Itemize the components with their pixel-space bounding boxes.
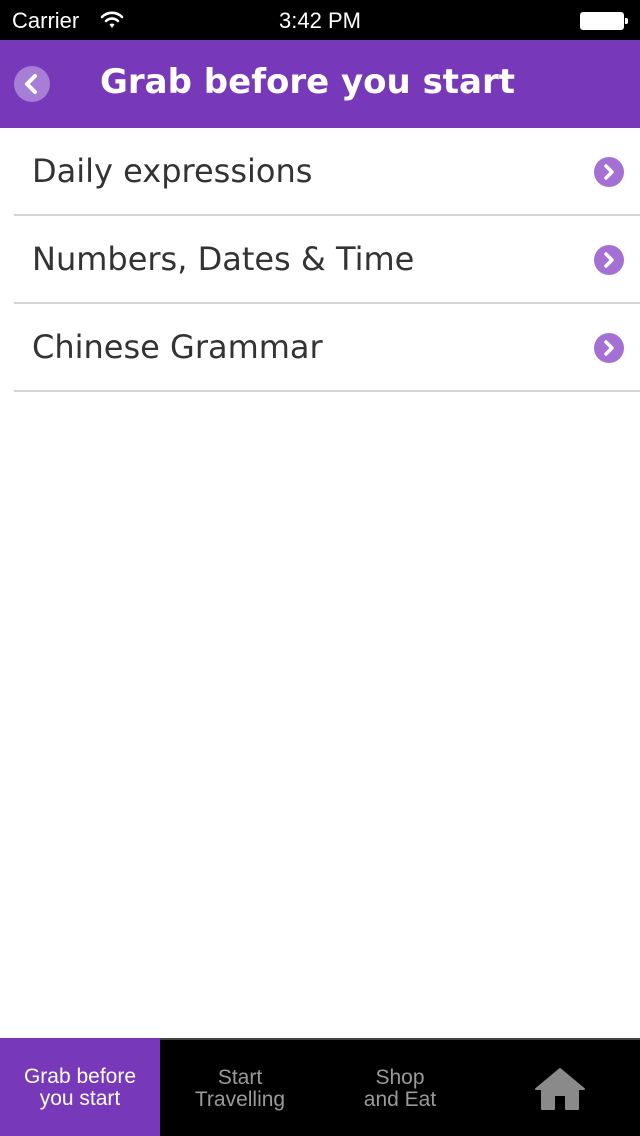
chevron-right-icon xyxy=(594,333,624,363)
list-item-numbers-dates-time[interactable]: Numbers, Dates & Time xyxy=(14,216,640,304)
battery-icon xyxy=(580,12,628,30)
page-title: Grab before you start xyxy=(100,62,516,102)
tab-grab-before-you-start[interactable]: Grab before you start xyxy=(0,1038,160,1136)
list-item-label: Chinese Grammar xyxy=(32,328,323,366)
tab-label: Grab before you start xyxy=(23,1065,137,1110)
list-item-chinese-grammar[interactable]: Chinese Grammar xyxy=(14,304,640,392)
chevron-right-icon xyxy=(594,245,624,275)
list-item-label: Numbers, Dates & Time xyxy=(32,240,415,278)
chevron-right-icon xyxy=(594,157,624,187)
menu-list: Daily expressions Numbers, Dates & Time … xyxy=(0,128,640,392)
chevron-left-icon xyxy=(25,74,37,94)
tab-label: Start Travelling xyxy=(194,1066,286,1111)
home-icon xyxy=(535,1068,585,1110)
tab-shop-and-eat[interactable]: Shop and Eat xyxy=(320,1040,480,1136)
status-time: 3:42 PM xyxy=(279,8,361,33)
tab-label: Shop and Eat xyxy=(363,1066,437,1111)
back-button[interactable] xyxy=(14,66,50,102)
list-item-daily-expressions[interactable]: Daily expressions xyxy=(14,128,640,216)
tab-bar: Grab before you start Start Travelling S… xyxy=(0,1038,640,1136)
navigation-bar: Grab before you start xyxy=(0,40,640,128)
status-bar: Carrier 3:42 PM xyxy=(0,0,640,40)
tab-home[interactable] xyxy=(480,1040,640,1136)
tab-start-travelling[interactable]: Start Travelling xyxy=(160,1040,320,1136)
list-item-label: Daily expressions xyxy=(32,152,313,190)
